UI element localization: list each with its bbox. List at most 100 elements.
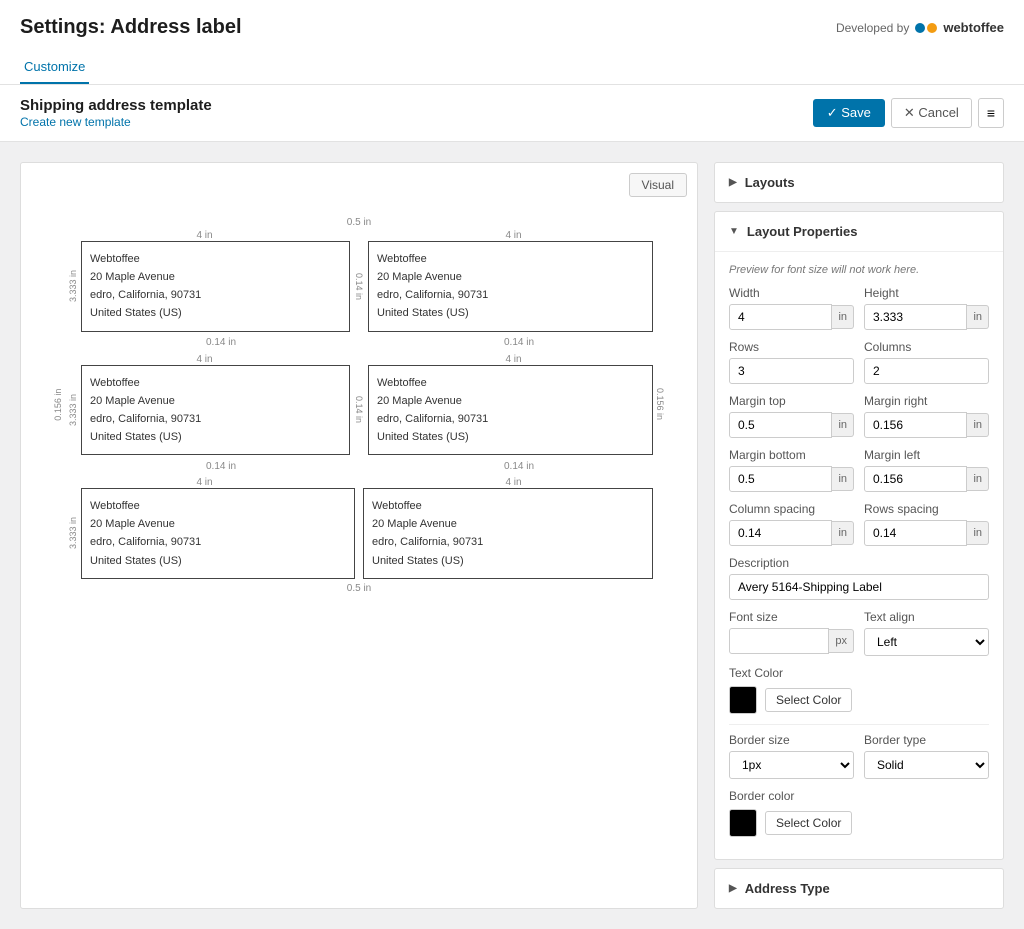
grid-row-3: 3.333 in Webtoffee 20 Maple Avenue edro,… (65, 488, 653, 579)
row-spacing-label-1b: 0.14 in (385, 337, 653, 348)
divider-1 (729, 724, 989, 725)
border-color-swatch[interactable] (729, 809, 757, 837)
columns-label: Columns (864, 340, 989, 354)
rows-input[interactable] (729, 358, 854, 384)
font-size-input[interactable] (729, 628, 829, 654)
height-label: Height (864, 286, 989, 300)
text-color-select-button[interactable]: Select Color (765, 688, 852, 712)
margin-left-unit: in (967, 467, 989, 491)
font-size-label: Font size (729, 610, 854, 624)
preview-main-row: 0.156 in 4 in 4 in (51, 230, 667, 579)
margin-top-right-row: Margin top in Margin right in (729, 394, 989, 438)
text-align-select[interactable]: Left Center Right (864, 628, 989, 656)
addr-line-2-3: edro, California, 90731 (377, 286, 644, 304)
margin-top-unit: in (832, 413, 854, 437)
columns-input[interactable] (864, 358, 989, 384)
margin-left-input-group: in (864, 466, 989, 492)
col1-width-label: 4 in (65, 230, 344, 241)
row3-col2-wrapper: Webtoffee 20 Maple Avenue edro, Californ… (363, 488, 653, 579)
border-color-select-button[interactable]: Select Color (765, 811, 852, 835)
col-spacing-1: 0.14 in (350, 241, 368, 332)
border-color-swatch-row: Select Color (729, 809, 989, 837)
margin-right-group: Margin right in (864, 394, 989, 438)
layout-properties-title: Layout Properties (747, 224, 858, 239)
row2-col1-width: 4 in (65, 354, 344, 365)
layouts-arrow-icon: ▶ (729, 177, 737, 188)
col-spacing-label-1: 0.14 in (354, 273, 364, 300)
col-spacing-label-2: 0.14 in (354, 396, 364, 423)
rows-label: Rows (729, 340, 854, 354)
margin-left-input[interactable] (864, 466, 967, 492)
row2-col2-wrapper: Webtoffee 20 Maple Avenue edro, Californ… (368, 365, 653, 456)
text-align-label: Text align (864, 610, 989, 624)
width-input-group: in (729, 304, 854, 330)
cancel-button[interactable]: ✕ Cancel (891, 98, 972, 128)
address-type-section: ▶ Address Type (714, 868, 1004, 909)
layouts-section-header[interactable]: ▶ Layouts (715, 163, 1003, 202)
border-color-group: Border color Select Color (729, 789, 989, 837)
col-spacing-2: 0.14 in (350, 365, 368, 456)
border-type-group: Border type Solid Dashed Dotted None (864, 733, 989, 779)
height-input[interactable] (864, 304, 967, 330)
addr-line-1-2: 20 Maple Avenue (90, 268, 341, 286)
row-spacing-input[interactable] (864, 520, 967, 546)
col-spacing-input-group: in (729, 520, 854, 546)
border-type-select[interactable]: Solid Dashed Dotted None (864, 751, 989, 779)
col-spacing-input[interactable] (729, 520, 832, 546)
save-button[interactable]: ✓ Save (813, 99, 885, 127)
row2-height-label: 3.333 in (65, 394, 81, 426)
label-cell-2-1: Webtoffee 20 Maple Avenue edro, Californ… (81, 365, 350, 456)
col-spacing-group: Column spacing in (729, 502, 854, 546)
layout-props-arrow-icon: ▼ (729, 226, 739, 237)
layout-properties-header[interactable]: ▼ Layout Properties (715, 212, 1003, 251)
tab-customize[interactable]: Customize (20, 51, 89, 84)
toolbar: ✓ Save ✕ Cancel ≡ (813, 98, 1004, 128)
visual-tab-button[interactable]: Visual (629, 173, 687, 197)
row3-col2-width: 4 in (374, 477, 653, 488)
margin-top-group: Margin top in (729, 394, 854, 438)
margin-right-input[interactable] (864, 412, 967, 438)
row-spacing-input-group: in (864, 520, 989, 546)
create-new-template-link[interactable]: Create new template (20, 115, 131, 129)
border-color-label: Border color (729, 789, 989, 803)
row2-col1-wrapper: 3.333 in Webtoffee 20 Maple Avenue edro,… (65, 365, 350, 456)
sub-header: Shipping address template Create new tem… (0, 85, 1024, 142)
border-type-label: Border type (864, 733, 989, 747)
width-input[interactable] (729, 304, 832, 330)
row1-height-label: 3.333 in (65, 270, 81, 302)
row3-height-label: 3.333 in (65, 517, 81, 549)
layouts-section: ▶ Layouts (714, 162, 1004, 203)
columns-group: Columns (864, 340, 989, 384)
margin-bottom-input[interactable] (729, 466, 832, 492)
brand-logo (915, 23, 937, 33)
addr-line-2-2: 20 Maple Avenue (377, 268, 644, 286)
addr-line-1-3: edro, California, 90731 (90, 286, 341, 304)
menu-button[interactable]: ≡ (978, 98, 1004, 128)
right-panel: ▶ Layouts ▼ Layout Properties Preview fo… (714, 162, 1004, 909)
grid-row-2: 3.333 in Webtoffee 20 Maple Avenue edro,… (65, 365, 653, 456)
width-group: Width in (729, 286, 854, 330)
address-type-header[interactable]: ▶ Address Type (715, 869, 1003, 908)
border-size-select[interactable]: 1px 2px 3px (729, 751, 854, 779)
description-input[interactable] (729, 574, 989, 600)
col-spacing-3 (355, 488, 363, 579)
visual-tab-bar: Visual (31, 173, 687, 197)
label-cell-3-2: Webtoffee 20 Maple Avenue edro, Californ… (363, 488, 653, 579)
rows-cols-row: Rows Columns (729, 340, 989, 384)
height-input-group: in (864, 304, 989, 330)
row-spacing-1: 0.14 in 0.14 in (65, 332, 653, 354)
margin-bottom-group: Margin bottom in (729, 448, 854, 492)
text-color-label: Text Color (729, 666, 989, 680)
brand-area: Developed by webtoffee (836, 20, 1004, 35)
sub-header-title: Shipping address template (20, 97, 212, 114)
margin-top-input[interactable] (729, 412, 832, 438)
addr-line-1-1: Webtoffee (90, 250, 341, 268)
text-align-group: Text align Left Center Right (864, 610, 989, 656)
text-color-swatch[interactable] (729, 686, 757, 714)
label-cell-3-1: Webtoffee 20 Maple Avenue edro, Californ… (81, 488, 355, 579)
font-align-row: Font size px Text align Left Center (729, 610, 989, 656)
row1-col1-wrapper: 3.333 in Webtoffee 20 Maple Avenue edro,… (65, 241, 350, 332)
text-color-group: Text Color Select Color (729, 666, 989, 714)
border-size-label: Border size (729, 733, 854, 747)
row-spacing-label-1: 0.14 in (87, 337, 355, 348)
